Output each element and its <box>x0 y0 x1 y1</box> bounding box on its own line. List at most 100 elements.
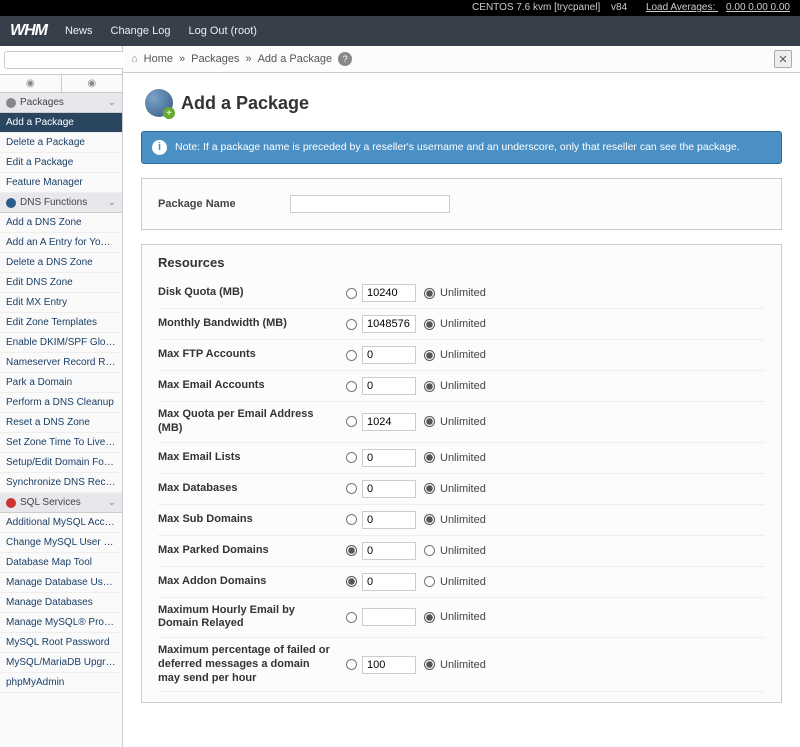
resource-value-input[interactable] <box>362 449 416 467</box>
sidebar-item[interactable]: Manage Database Users <box>0 573 122 593</box>
resource-value-radio[interactable] <box>346 514 357 525</box>
resource-unlimited-radio[interactable] <box>424 659 435 670</box>
resource-row: Max Email ListsUnlimited <box>158 443 765 474</box>
sidebar-item[interactable]: Synchronize DNS Records <box>0 473 122 493</box>
resource-value-input[interactable] <box>362 542 416 560</box>
resource-value-input[interactable] <box>362 346 416 364</box>
sidebar-item[interactable]: Manage MySQL® Profiles <box>0 613 122 633</box>
sidebar-cat-sql[interactable]: SQL Services⌄ <box>0 493 122 513</box>
sidebar-item[interactable]: Database Map Tool <box>0 553 122 573</box>
breadcrumb-packages[interactable]: Packages <box>191 53 239 65</box>
resource-value-input[interactable] <box>362 284 416 302</box>
resource-value-radio[interactable] <box>346 319 357 330</box>
nav-news[interactable]: News <box>65 25 93 37</box>
unlimited-label: Unlimited <box>440 416 486 428</box>
sidebar-item[interactable]: Change MySQL User Password <box>0 533 122 553</box>
resource-value-radio[interactable] <box>346 612 357 623</box>
resource-value-input[interactable] <box>362 573 416 591</box>
sidebar-item[interactable]: Edit a Package <box>0 153 122 173</box>
sidebar-item[interactable]: Manage Databases <box>0 593 122 613</box>
resource-value-radio[interactable] <box>346 659 357 670</box>
close-button[interactable]: ✕ <box>774 50 792 68</box>
resource-label: Max Addon Domains <box>158 575 338 589</box>
sidebar-item[interactable]: Add a Package <box>0 113 122 133</box>
resource-value-radio[interactable] <box>346 288 357 299</box>
info-notice: i Note: If a package name is preceded by… <box>141 131 782 164</box>
resource-value-radio[interactable] <box>346 381 357 392</box>
resource-unlimited-radio[interactable] <box>424 452 435 463</box>
main-navbar: WHM News Change Log Log Out (root) <box>0 16 800 46</box>
resource-unlimited-radio[interactable] <box>424 350 435 361</box>
sidebar-item[interactable]: Additional MySQL Access Hosts <box>0 513 122 533</box>
home-icon[interactable]: ⌂ <box>131 53 138 65</box>
resource-value-input[interactable] <box>362 377 416 395</box>
sidebar-item[interactable]: Delete a DNS Zone <box>0 253 122 273</box>
resource-value-input[interactable] <box>362 315 416 333</box>
resource-unlimited-radio[interactable] <box>424 319 435 330</box>
resource-value-input[interactable] <box>362 608 416 626</box>
resource-value-input[interactable] <box>362 480 416 498</box>
resource-unlimited-radio[interactable] <box>424 576 435 587</box>
resource-unlimited-radio[interactable] <box>424 288 435 299</box>
resource-value-radio[interactable] <box>346 545 357 556</box>
sidebar-item[interactable]: Add an A Entry for Your Hostname <box>0 233 122 253</box>
help-icon[interactable]: ? <box>338 52 352 66</box>
sidebar-item[interactable]: MySQL/MariaDB Upgrade <box>0 653 122 673</box>
sidebar-cat-dns[interactable]: DNS Functions⌄ <box>0 193 122 213</box>
nav-logout[interactable]: Log Out (root) <box>188 25 256 37</box>
top-status-strip: CENTOS 7.6 kvm [trycpanel] v84 Load Aver… <box>0 0 800 16</box>
expand-button[interactable]: ◉ <box>62 75 123 92</box>
whm-logo[interactable]: WHM <box>10 22 47 40</box>
resource-unlimited-radio[interactable] <box>424 545 435 556</box>
package-name-input[interactable] <box>290 195 450 213</box>
resource-row: Max DatabasesUnlimited <box>158 474 765 505</box>
sidebar-item[interactable]: MySQL Root Password <box>0 633 122 653</box>
resource-value-input[interactable] <box>362 413 416 431</box>
resource-value-radio[interactable] <box>346 416 357 427</box>
resource-label: Max Sub Domains <box>158 513 338 527</box>
sidebar-item[interactable]: Reset a DNS Zone <box>0 413 122 433</box>
sidebar-item[interactable]: Perform a DNS Cleanup <box>0 393 122 413</box>
resource-unlimited-radio[interactable] <box>424 416 435 427</box>
sidebar-item[interactable]: Edit DNS Zone <box>0 273 122 293</box>
sidebar-item[interactable]: Edit MX Entry <box>0 293 122 313</box>
sidebar-item[interactable]: Park a Domain <box>0 373 122 393</box>
resource-value-input[interactable] <box>362 511 416 529</box>
resource-label: Max Email Accounts <box>158 379 338 393</box>
breadcrumb-page: Add a Package <box>258 53 333 65</box>
resource-value-radio[interactable] <box>346 483 357 494</box>
sidebar-item[interactable]: Feature Manager <box>0 173 122 193</box>
resource-row: Max Quota per Email Address (MB)Unlimite… <box>158 402 765 443</box>
sidebar-item[interactable]: Add a DNS Zone <box>0 213 122 233</box>
sidebar-item[interactable]: Delete a Package <box>0 133 122 153</box>
load-averages-link[interactable]: Load Averages: 0.00 0.00 0.00 <box>638 2 790 13</box>
sidebar-item[interactable]: phpMyAdmin <box>0 673 122 693</box>
chevron-down-icon: ⌄ <box>108 497 116 508</box>
unlimited-label: Unlimited <box>440 287 486 299</box>
sidebar-item[interactable]: Edit Zone Templates <box>0 313 122 333</box>
resource-unlimited-radio[interactable] <box>424 381 435 392</box>
breadcrumb-home[interactable]: Home <box>144 53 173 65</box>
collapse-button[interactable]: ◉ <box>0 75 62 92</box>
sidebar-item[interactable]: Nameserver Record Report <box>0 353 122 373</box>
sidebar-item[interactable]: Set Zone Time To Live (TTL) <box>0 433 122 453</box>
unlimited-label: Unlimited <box>440 380 486 392</box>
resource-unlimited-radio[interactable] <box>424 612 435 623</box>
version-label: v84 <box>611 2 627 13</box>
resource-value-radio[interactable] <box>346 576 357 587</box>
resource-value-radio[interactable] <box>346 452 357 463</box>
resource-label: Max Email Lists <box>158 451 338 465</box>
resource-row: Max Email Accounts Unlimited <box>158 371 765 402</box>
sidebar-item[interactable]: Enable DKIM/SPF Globally <box>0 333 122 353</box>
resource-row: Max Sub DomainsUnlimited <box>158 505 765 536</box>
resource-value-input[interactable] <box>362 656 416 674</box>
resource-unlimited-radio[interactable] <box>424 514 435 525</box>
resource-value-radio[interactable] <box>346 350 357 361</box>
sidebar-cat-packages[interactable]: Packages⌄ <box>0 93 122 113</box>
sidebar-item[interactable]: Setup/Edit Domain Forwarding <box>0 453 122 473</box>
unlimited-label: Unlimited <box>440 483 486 495</box>
package-name-panel: Package Name <box>141 178 782 230</box>
resource-unlimited-radio[interactable] <box>424 483 435 494</box>
nav-changelog[interactable]: Change Log <box>111 25 171 37</box>
unlimited-label: Unlimited <box>440 545 486 557</box>
